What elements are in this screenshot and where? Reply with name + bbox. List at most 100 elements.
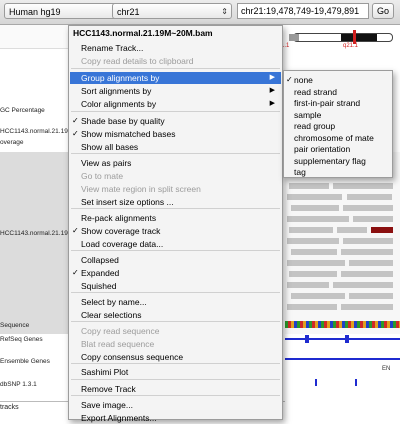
ideogram-position-marker — [353, 30, 356, 44]
go-button[interactable]: Go — [372, 3, 394, 19]
menu-item-rename-track[interactable]: Rename Track... — [70, 42, 281, 54]
menu-item-save-image[interactable]: Save image... — [70, 399, 281, 411]
ensemble-gene-line[interactable] — [285, 358, 400, 360]
submenu-arrow-icon: ▶ — [269, 74, 275, 81]
track-name-refseq[interactable]: RefSeq Genes — [0, 336, 43, 343]
alignment-read[interactable] — [289, 183, 329, 189]
menu-item-show-coverage-track[interactable]: ✓ Show coverage track — [70, 225, 281, 237]
alignment-read[interactable] — [337, 227, 367, 233]
menu-item-show-all-bases[interactable]: Show all bases — [70, 141, 281, 153]
menu-item-copy-consensus-sequence[interactable]: Copy consensus sequence — [70, 351, 281, 363]
alignment-read[interactable] — [349, 293, 393, 299]
track-name-gc[interactable]: GC Percentage — [0, 107, 45, 114]
submenu-item-none[interactable]: ✓ none — [285, 74, 391, 86]
alignment-read[interactable] — [287, 260, 345, 266]
alignment-read[interactable] — [341, 304, 393, 310]
submenu-item-first-in-pair-strand[interactable]: first-in-pair strand — [285, 97, 391, 109]
submenu-item-label: read strand — [294, 86, 337, 97]
track-name-dbsnp[interactable]: dbSNP 1.3.1 — [0, 381, 37, 388]
menu-item-expanded[interactable]: ✓ Expanded — [70, 267, 281, 279]
chromosome-value: chr21 — [117, 7, 140, 17]
submenu-item-pair-orientation[interactable]: pair orientation — [285, 143, 391, 155]
menu-item-blat-read-sequence: Blat read sequence — [70, 338, 281, 350]
alignment-read[interactable] — [291, 205, 339, 211]
alignment-read[interactable] — [343, 205, 393, 211]
menu-separator — [71, 395, 280, 396]
menu-item-clear-selections[interactable]: Clear selections — [70, 309, 281, 321]
menu-item-sashimi-plot[interactable]: Sashimi Plot — [70, 366, 281, 378]
locus-input[interactable]: chr21:19,478,749-19,479,891 — [237, 3, 369, 19]
menu-separator — [71, 363, 280, 364]
submenu-item-supplementary-flag[interactable]: supplementary flag — [285, 155, 391, 167]
menu-item-label: Rename Track... — [81, 43, 144, 53]
menu-separator — [71, 379, 280, 380]
alignment-read-mismatch[interactable] — [371, 227, 393, 233]
alignment-read[interactable] — [287, 304, 337, 310]
menu-separator — [71, 292, 280, 293]
track-name-sequence[interactable]: Sequence — [0, 322, 29, 329]
track-name-ensemble[interactable]: Ensemble Genes — [0, 358, 50, 365]
alignment-read[interactable] — [343, 238, 393, 244]
ideogram-band-label: q21.1 — [343, 43, 359, 49]
refseq-exon[interactable] — [345, 335, 349, 343]
chromosome-dropdown[interactable]: chr21 ⇕ — [112, 3, 232, 19]
submenu-item-tag[interactable]: tag — [285, 166, 391, 178]
alignment-read[interactable] — [287, 194, 342, 200]
checkmark-icon: ✓ — [72, 116, 79, 125]
menu-item-set-insert-size-options[interactable]: Set insert size options ... — [70, 196, 281, 208]
alignment-read[interactable] — [333, 183, 393, 189]
menu-item-label: View mate region in split screen — [81, 184, 201, 194]
menu-item-view-as-pairs[interactable]: View as pairs — [70, 157, 281, 169]
menu-item-collapsed[interactable]: Collapsed — [70, 254, 281, 266]
menu-item-shade-base-by-quality[interactable]: ✓ Shade base by quality — [70, 115, 281, 127]
alignment-read[interactable] — [289, 227, 333, 233]
alignment-read[interactable] — [287, 238, 339, 244]
menu-item-label: Copy read sequence — [81, 326, 160, 336]
menu-item-sort-alignments-by[interactable]: Sort alignments by ▶ — [70, 85, 281, 97]
menu-item-label: Save image... — [81, 400, 133, 410]
menu-item-label: Group alignments by — [81, 73, 160, 83]
track-name-coverage[interactable]: overage — [0, 139, 24, 146]
alignment-read[interactable] — [341, 249, 393, 255]
menu-item-label: Collapsed — [81, 255, 119, 265]
dbsnp-marker[interactable] — [355, 379, 357, 386]
alignment-read[interactable] — [287, 216, 349, 222]
track-name-bam[interactable]: HCC1143.normal.21.19M — [0, 230, 73, 237]
alignment-read[interactable] — [289, 271, 337, 277]
menu-item-label: Select by name... — [81, 297, 147, 307]
menu-item-label: Re-pack alignments — [81, 213, 157, 223]
genome-dropdown[interactable]: Human hg19 ⇕ — [4, 3, 122, 19]
alignment-read[interactable] — [347, 194, 392, 200]
alignment-read[interactable] — [291, 293, 345, 299]
checkmark-icon: ✓ — [72, 226, 79, 235]
alignment-read[interactable] — [291, 249, 337, 255]
alignment-read[interactable] — [287, 282, 329, 288]
submenu-arrow-icon: ▶ — [269, 100, 275, 107]
menu-item-export-alignments[interactable]: Export Alignments... — [70, 412, 281, 424]
sequence-track[interactable] — [285, 321, 400, 328]
refseq-exon[interactable] — [305, 335, 309, 343]
ruler-area — [0, 25, 68, 49]
menu-item-label: View as pairs — [81, 158, 132, 168]
menu-item-remove-track[interactable]: Remove Track — [70, 383, 281, 395]
alignment-read[interactable] — [353, 216, 393, 222]
menu-item-squished[interactable]: Squished — [70, 280, 281, 292]
alignment-read[interactable] — [333, 282, 393, 288]
menu-item-load-coverage-data[interactable]: Load coverage data... — [70, 238, 281, 250]
submenu-item-label: supplementary flag — [294, 155, 366, 166]
menu-item-re-pack-alignments[interactable]: Re-pack alignments — [70, 212, 281, 224]
menu-item-show-mismatched-bases[interactable]: ✓ Show mismatched bases — [70, 128, 281, 140]
toolbar: Human hg19 ⇕ chr21 ⇕ chr21:19,478,749-19… — [0, 0, 400, 25]
menu-item-select-by-name[interactable]: Select by name... — [70, 296, 281, 308]
menu-item-color-alignments-by[interactable]: Color alignments by ▶ — [70, 98, 281, 110]
submenu-item-sample[interactable]: sample — [285, 109, 391, 121]
submenu-item-chromosome-of-mate[interactable]: chromosome of mate — [285, 132, 391, 144]
dbsnp-marker[interactable] — [315, 379, 317, 386]
submenu-item-read-group[interactable]: read group — [285, 120, 391, 132]
submenu-item-read-strand[interactable]: read strand — [285, 86, 391, 98]
alignment-read[interactable] — [341, 271, 393, 277]
track-name-bam-coverage[interactable]: HCC1143.normal.21.19M — [0, 128, 73, 135]
menu-item-group-alignments-by[interactable]: Group alignments by ▶ — [70, 72, 281, 84]
refseq-gene-line[interactable] — [285, 338, 400, 340]
alignment-read[interactable] — [349, 260, 393, 266]
